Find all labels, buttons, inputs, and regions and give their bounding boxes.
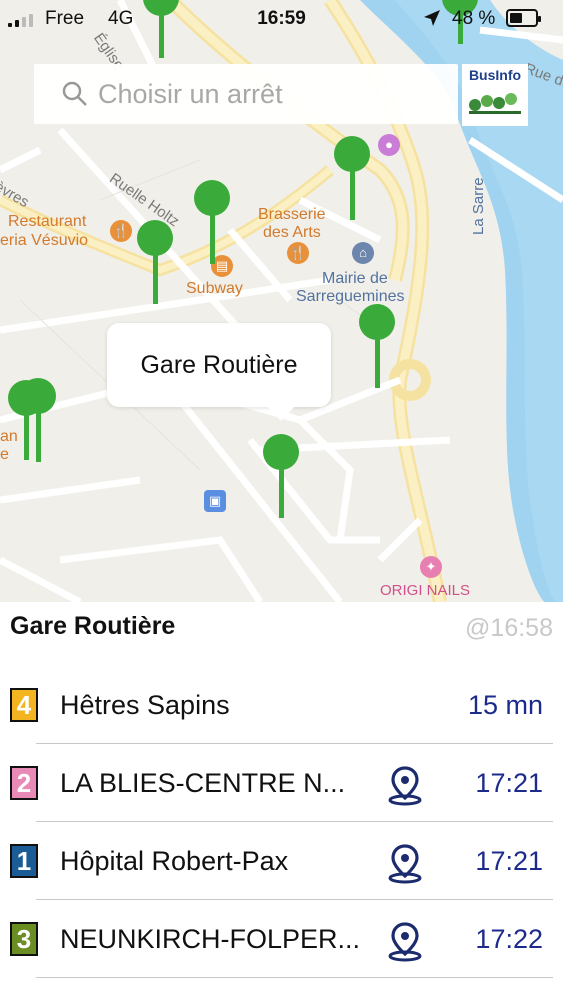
cinema-icon[interactable]: ● <box>378 134 400 156</box>
line-badge: 3 <box>10 922 38 956</box>
subway-label: Subway <box>186 280 243 297</box>
mairie-label: Mairie de <box>322 270 388 287</box>
origi-nails-label: ORIGI NAILS <box>380 582 471 599</box>
bus-station-icon[interactable]: ▣ <box>204 490 226 512</box>
line-badge: 4 <box>10 688 38 722</box>
bus-stop-marker[interactable] <box>194 180 230 264</box>
departure-time: 17:21 <box>475 846 543 876</box>
stop-search-input[interactable] <box>98 78 438 110</box>
brasserie-icon[interactable]: 🍴 <box>287 242 309 264</box>
updated-time: @16:58 <box>465 614 553 642</box>
line-badge: 1 <box>10 844 38 878</box>
status-bar: Free 4G 16:59 48 % <box>0 0 563 38</box>
departure-row[interactable]: 2 LA BLIES-CENTRE N... 17:21 <box>0 744 563 822</box>
restaurant-icon[interactable]: 🍴 <box>110 220 132 242</box>
departure-row[interactable]: 4 Hêtres Sapins 15 mn <box>0 666 563 744</box>
bus-stop-marker[interactable] <box>20 378 56 462</box>
departure-row[interactable]: 1 Hôpital Robert-Pax 17:21 <box>0 822 563 900</box>
la-sarre-label: La Sarre <box>470 177 487 235</box>
battery-percent: 48 % <box>452 8 496 29</box>
logo-bus-graphic <box>469 93 521 114</box>
stop-search-bar[interactable] <box>34 64 458 124</box>
bus-stop-marker[interactable] <box>359 304 395 388</box>
selected-bus-stop-marker[interactable] <box>263 434 299 518</box>
map-view[interactable]: Free 4G 16:59 48 % BusInfo Restaurant er… <box>0 0 563 602</box>
businfo-logo: BusInfo <box>462 64 528 126</box>
destination-label: NEUNKIRCH-FOLPER... <box>60 924 361 954</box>
logo-name: BusInfo <box>468 67 522 83</box>
vesuvio-label: eria Vésuvio <box>0 232 89 249</box>
stop-title: Gare Routière <box>10 612 176 640</box>
departure-time: 17:22 <box>475 924 543 954</box>
departure-time: 17:21 <box>475 768 543 798</box>
bus-stop-marker[interactable] <box>334 136 370 220</box>
destination-label: LA BLIES-CENTRE N... <box>60 768 346 798</box>
map-pin-icon[interactable] <box>384 764 426 806</box>
town-hall-icon[interactable]: ⌂ <box>352 242 374 264</box>
des-arts-label: des Arts <box>263 224 321 241</box>
bus-stop-marker[interactable] <box>137 220 173 304</box>
map-pin-icon[interactable] <box>384 842 426 884</box>
departure-time: 15 mn <box>467 690 543 720</box>
destination-label: Hôpital Robert-Pax <box>60 846 289 876</box>
destination-label: Hêtres Sapins <box>60 690 230 720</box>
map-pin-icon[interactable] <box>384 920 426 962</box>
departures-panel: Gare Routière @16:58 4 Hêtres Sapins 15 mn… <box>0 602 563 1000</box>
line-badge: 2 <box>10 766 38 800</box>
battery-icon <box>506 9 541 27</box>
location-arrow-icon <box>422 8 442 34</box>
row-divider <box>36 977 553 978</box>
brasserie-label: Brasserie <box>258 206 326 223</box>
search-icon <box>60 79 90 109</box>
restaurant-label: Restaurant <box>8 213 87 230</box>
stop-callout[interactable]: Gare Routière <box>107 323 331 421</box>
nails-icon[interactable]: ✦ <box>420 556 442 578</box>
departure-row[interactable]: 3 NEUNKIRCH-FOLPER... 17:22 <box>0 900 563 978</box>
